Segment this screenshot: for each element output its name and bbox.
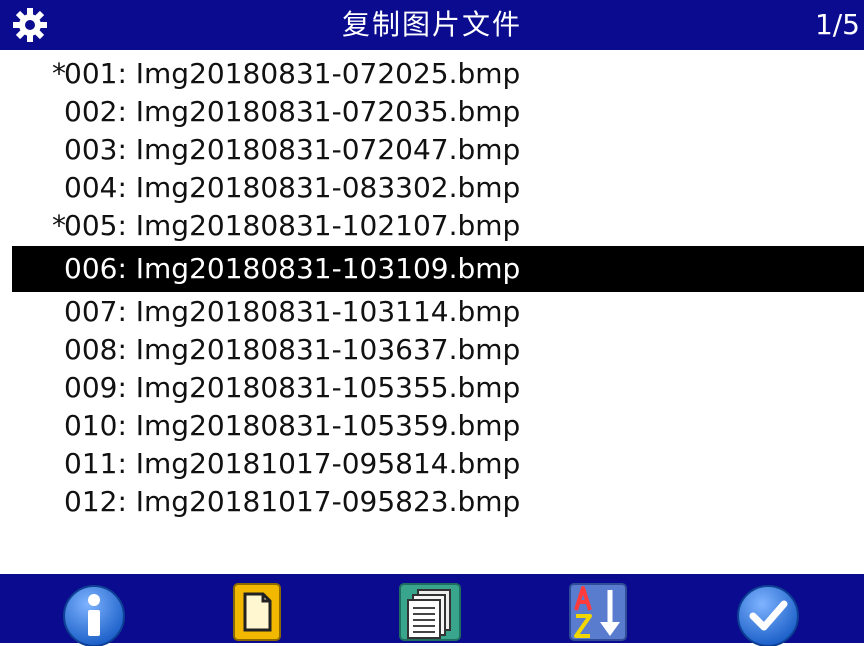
file-name: 008: Img20180831-103637.bmp <box>64 333 521 366</box>
file-list-item[interactable]: 004: Img20180831-083302.bmp <box>0 170 864 206</box>
file-name: 003: Img20180831-072047.bmp <box>64 133 521 166</box>
bottom-toolbar <box>0 574 864 646</box>
multiple-files-icon[interactable] <box>398 582 462 642</box>
file-list-item[interactable]: 009: Img20180831-105355.bmp <box>0 370 864 406</box>
file-list-item[interactable]: *005: Img20180831-102107.bmp <box>0 208 864 244</box>
file-list-item[interactable]: 008: Img20180831-103637.bmp <box>0 332 864 368</box>
file-list-item[interactable]: 010: Img20180831-105359.bmp <box>0 408 864 444</box>
marked-indicator: * <box>52 57 66 90</box>
file-name: 002: Img20180831-072035.bmp <box>64 95 521 128</box>
file-list-item[interactable]: 002: Img20180831-072035.bmp <box>0 94 864 130</box>
file-name: 006: Img20180831-103109.bmp <box>64 252 521 285</box>
confirm-check-icon[interactable] <box>736 582 800 646</box>
file-name: 007: Img20180831-103114.bmp <box>64 295 521 328</box>
title-bar: 复制图片文件 1/5 <box>0 0 864 50</box>
copy-image-files-screen: 复制图片文件 1/5 *001: Img20180831-072025.bmp … <box>0 0 864 646</box>
file-name: 005: Img20180831-102107.bmp <box>64 209 521 242</box>
file-name: 001: Img20180831-072025.bmp <box>64 57 521 90</box>
info-icon[interactable] <box>62 582 126 646</box>
file-list-item[interactable]: 003: Img20180831-072047.bmp <box>0 132 864 168</box>
file-name: 004: Img20180831-083302.bmp <box>64 171 521 204</box>
file-list-item[interactable]: 007: Img20180831-103114.bmp <box>0 294 864 330</box>
page-indicator: 1/5 <box>814 8 860 41</box>
file-name: 012: Img20181017-095823.bmp <box>64 485 521 518</box>
file-list: *001: Img20180831-072025.bmp 002: Img201… <box>0 56 864 522</box>
file-name: 009: Img20180831-105355.bmp <box>64 371 521 404</box>
file-list-item[interactable]: *001: Img20180831-072025.bmp <box>0 56 864 92</box>
file-name: 011: Img20181017-095814.bmp <box>64 447 521 480</box>
file-list-item-selected[interactable]: 006: Img20180831-103109.bmp <box>12 246 864 292</box>
screen-title: 复制图片文件 <box>341 8 522 41</box>
single-file-icon[interactable] <box>232 582 282 642</box>
marked-indicator: * <box>52 209 66 242</box>
sort-az-icon[interactable] <box>568 582 628 642</box>
file-list-item[interactable]: 011: Img20181017-095814.bmp <box>0 446 864 482</box>
file-list-item[interactable]: 012: Img20181017-095823.bmp <box>0 484 864 520</box>
file-name: 010: Img20180831-105359.bmp <box>64 409 521 442</box>
